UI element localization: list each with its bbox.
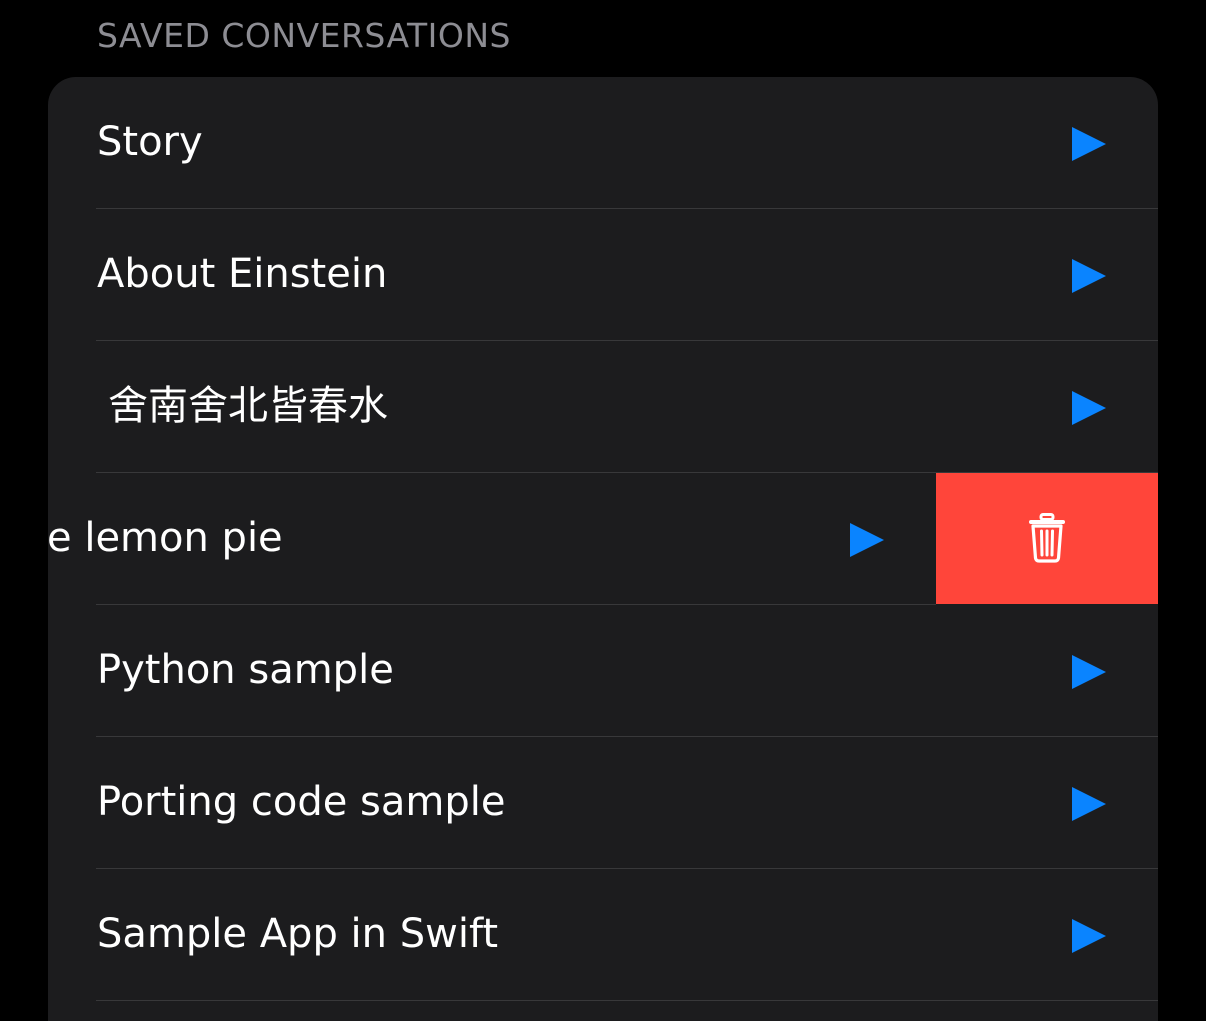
conversation-title: Python sample [97,647,394,693]
conversation-title: Story [97,119,203,165]
play-icon[interactable] [1072,655,1106,689]
list-item[interactable]: Sample App in Swift [48,869,1158,1001]
play-icon[interactable] [1072,127,1106,161]
list-item[interactable]: Story [48,77,1158,209]
list-item[interactable]: About Einstein [48,209,1158,341]
conversation-title: Sample App in Swift [97,911,499,957]
section-header: SAVED CONVERSATIONS [97,16,511,55]
play-icon[interactable] [850,523,884,557]
play-icon[interactable] [1072,787,1106,821]
play-icon[interactable] [1072,391,1106,425]
list-item[interactable]: Python sample [48,605,1158,737]
play-icon[interactable] [1072,919,1106,953]
conversation-title: About Einstein [97,251,388,297]
trash-icon [1029,513,1065,563]
swiped-row-content[interactable]: e lemon pie [48,473,936,605]
separator [96,1000,1158,1001]
list-item-swiped[interactable]: e lemon pie [48,473,1158,605]
list-item[interactable]: Porting code sample [48,737,1158,869]
conversation-title: 舍南舍北皆春水 [108,383,388,429]
conversation-list: Story About Einstein 舍南舍北皆春水 e lemon pie [48,77,1158,1021]
conversation-title: e lemon pie [48,515,283,561]
conversation-title: Porting code sample [97,779,506,825]
list-item[interactable]: 舍南舍北皆春水 [48,341,1158,473]
play-icon[interactable] [1072,259,1106,293]
delete-button[interactable] [936,473,1158,604]
